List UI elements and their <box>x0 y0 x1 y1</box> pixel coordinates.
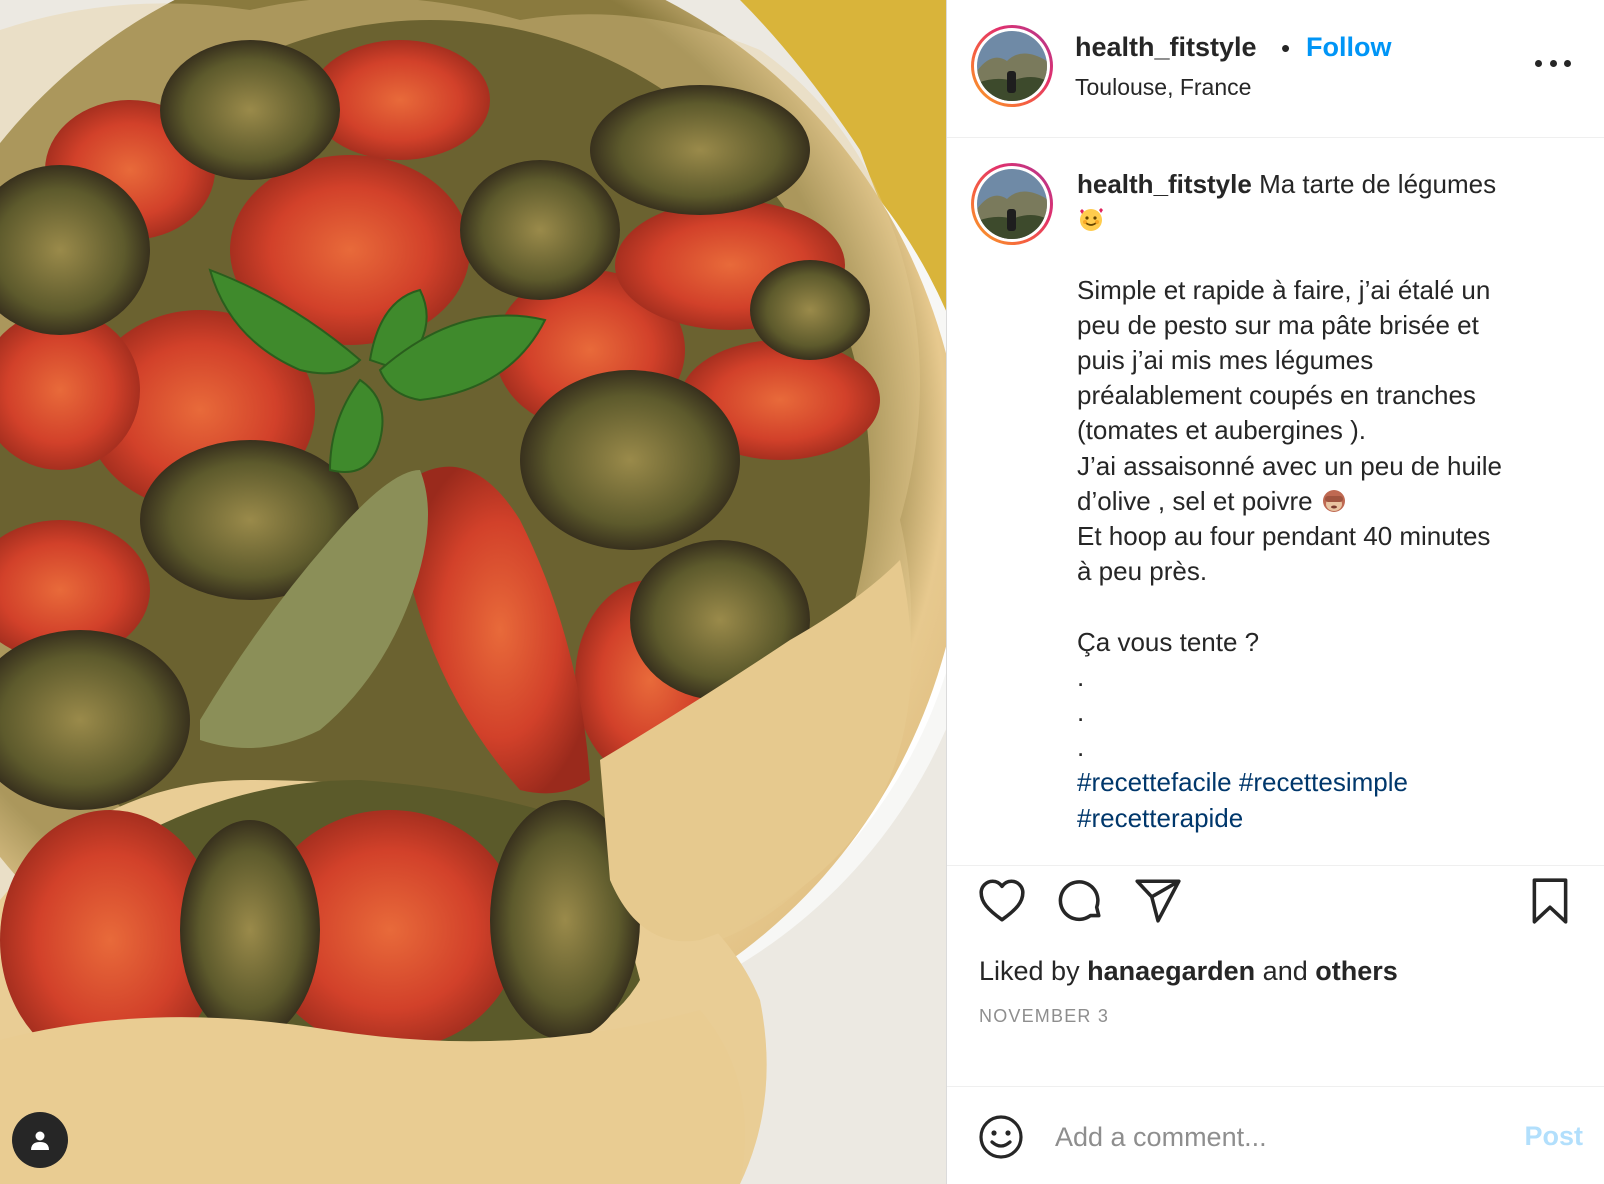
caption-line: . <box>1077 661 1085 692</box>
liked-by-others-link[interactable]: others <box>1315 956 1398 986</box>
emoji-button[interactable] <box>977 1113 1025 1166</box>
bookmark-icon <box>1532 878 1568 924</box>
post-date[interactable]: NOVEMBER 3 <box>979 1006 1109 1027</box>
caption-line: J’ai assaisonné avec un peu de huile <box>1077 450 1502 481</box>
post-location[interactable]: Toulouse, France <box>1075 74 1251 101</box>
post-header: health_fitstyle • Follow Toulouse, Franc… <box>947 0 1604 138</box>
post-username[interactable]: health_fitstyle <box>1075 32 1257 63</box>
actions-section: Liked by hanaegarden and others NOVEMBER… <box>947 865 1604 1085</box>
more-options-button[interactable] <box>1535 56 1571 70</box>
caption-line: Simple et rapide à faire, j’ai étalé un <box>1077 274 1491 305</box>
avatar-image <box>977 169 1047 239</box>
user-tag-icon <box>31 1131 49 1150</box>
follow-button[interactable]: Follow <box>1306 32 1391 63</box>
caption-line <box>1077 237 1577 272</box>
smiling-face-with-hearts-icon <box>1080 208 1103 232</box>
caption-line: . <box>1077 697 1085 728</box>
comment-bubble-icon <box>1058 880 1101 922</box>
caption-line: d’olive , sel et poivre <box>1077 484 1577 519</box>
caption-line: à peu près. <box>1077 556 1208 587</box>
hashtag-link[interactable]: #recettefacile <box>1077 767 1232 797</box>
caption-section: health_fitstyle Ma tarte de légumes Simp… <box>947 139 1604 865</box>
paper-plane-icon <box>1135 879 1181 923</box>
tag-user-button[interactable] <box>12 1112 68 1168</box>
separator-dot: • <box>1281 33 1291 63</box>
share-button[interactable] <box>1133 876 1183 931</box>
like-button[interactable] <box>977 876 1027 931</box>
caption-line: #recettefacile #recettesimple <box>1077 765 1577 800</box>
emoji-smile-icon <box>979 1115 1023 1159</box>
caption-line: préalablement coupés en tranches <box>1077 380 1476 411</box>
caption-avatar[interactable] <box>971 163 1053 245</box>
hashtag-link[interactable]: #recetterapide <box>1077 803 1243 833</box>
avatar[interactable] <box>971 25 1053 107</box>
save-button[interactable] <box>1525 876 1575 931</box>
see-no-evil-monkey-icon <box>1322 489 1345 512</box>
post-comment-button[interactable]: Post <box>1524 1121 1583 1152</box>
liked-by-text: Liked by hanaegarden and others <box>979 956 1398 986</box>
hashtag-link[interactable]: #recettesimple <box>1239 767 1408 797</box>
more-options-icon <box>1535 59 1542 67</box>
caption-line <box>1077 202 1577 237</box>
liked-by-user-link[interactable]: hanaegarden <box>1087 956 1255 986</box>
caption-line: Ça vous tente ? <box>1077 626 1260 657</box>
caption-title: Ma tarte de légumes <box>1259 169 1497 199</box>
vegetable-tart-image <box>0 0 946 1184</box>
caption-line: Et hoop au four pendant 40 minutes <box>1077 521 1491 552</box>
caption-line: puis j’ai mis mes légumes <box>1077 345 1374 375</box>
caption-line: health_fitstyle Ma tarte de légumes <box>1077 167 1577 202</box>
post-side-panel: health_fitstyle • Follow Toulouse, Franc… <box>946 0 1604 1184</box>
caption-line: peu de pesto sur ma pâte brisée et <box>1077 309 1479 340</box>
post-photo[interactable] <box>0 0 946 1184</box>
caption-line: (tomates et aubergines ). <box>1077 415 1367 446</box>
caption-text: health_fitstyle Ma tarte de légumes Simp… <box>1077 167 1577 836</box>
comment-button[interactable] <box>1055 876 1105 931</box>
avatar-image <box>977 31 1047 101</box>
caption-line: #recetterapide <box>1077 801 1577 836</box>
caption-username[interactable]: health_fitstyle <box>1077 169 1252 199</box>
comment-input[interactable] <box>1055 1115 1485 1159</box>
heart-icon <box>979 879 1025 922</box>
caption-line: . <box>1077 732 1085 763</box>
add-comment-section: Post <box>947 1086 1604 1184</box>
caption-line <box>1077 589 1577 624</box>
